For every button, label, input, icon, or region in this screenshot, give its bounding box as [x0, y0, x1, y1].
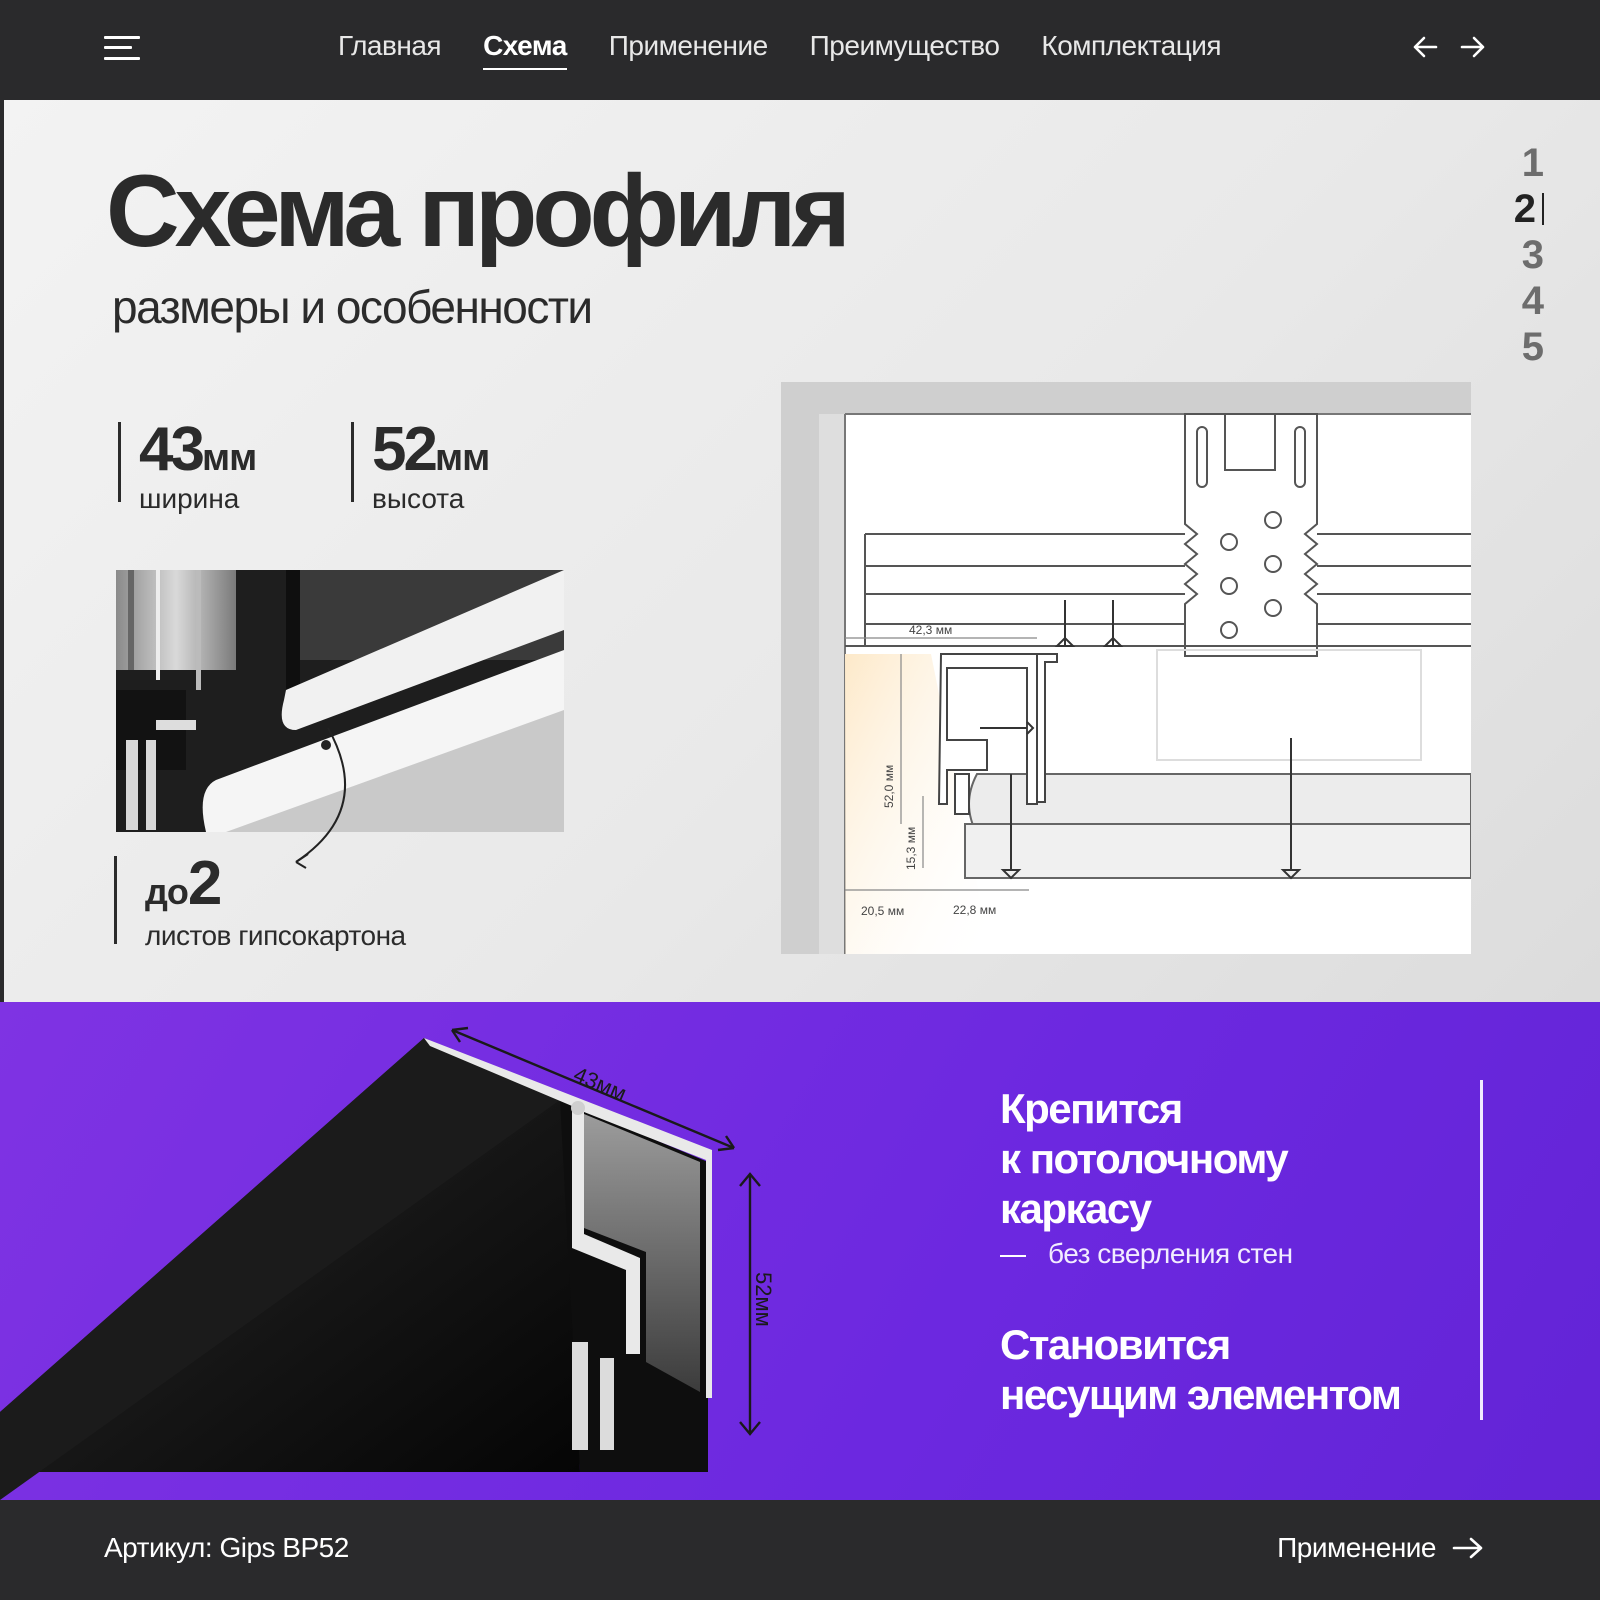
stat-width-unit: мм	[201, 437, 257, 479]
stat-width-value: 43	[139, 415, 205, 484]
stat-sheets-value: 2	[187, 849, 223, 918]
stat-sheets: до2 листов гипсокартона	[114, 853, 406, 951]
main-nav: Главная Схема Применение Преимущество Ко…	[338, 30, 1222, 70]
slide-arrows	[1412, 34, 1486, 60]
stat-sheets-prefix: до	[145, 871, 189, 912]
dim-left-label: 20,5 мм	[861, 904, 904, 918]
divider-line	[1480, 1080, 1483, 1420]
pager-item-4[interactable]: 4	[1522, 278, 1544, 324]
nav-item-application[interactable]: Применение	[609, 30, 768, 70]
stat-height-unit: мм	[434, 437, 490, 479]
arrow-right-icon	[1452, 1537, 1483, 1559]
nav-item-kit[interactable]: Комплектация	[1041, 30, 1221, 70]
feature-mounting-note-text: без сверления стен	[1048, 1238, 1293, 1269]
dash-icon	[1000, 1254, 1026, 1257]
feature-mounting-note: без сверления стен	[1000, 1238, 1293, 1270]
stat-height-value: 52	[372, 415, 438, 484]
stat-height: 52мм высота	[351, 419, 490, 513]
dim-right-label: 22,8 мм	[953, 903, 996, 917]
stat-width-label: ширина	[139, 483, 240, 514]
feature-mounting: Крепится к потолочному каркасу	[1000, 1084, 1289, 1234]
footer-bar: Артикул: Gips BP52 Применение	[0, 1500, 1600, 1600]
dim-top-label: 42,3 мм	[909, 623, 952, 637]
nav-item-scheme[interactable]: Схема	[483, 30, 567, 70]
feature-mounting-line-2: к потолочному	[1000, 1135, 1289, 1182]
arrow-left-icon[interactable]	[1412, 34, 1438, 60]
stat-sheets-label: листов гипсокартона	[145, 920, 406, 951]
next-section-link[interactable]: Применение	[1277, 1532, 1484, 1564]
next-section-label: Применение	[1277, 1532, 1436, 1563]
dim-lower-label: 15,3 мм	[904, 827, 918, 870]
stat-height-label: высота	[372, 483, 465, 514]
feature-mounting-line-1: Крепится	[1000, 1085, 1183, 1132]
features-section: 43мм 52мм Крепится к потолочному каркасу…	[0, 1002, 1600, 1500]
pager-item-3[interactable]: 3	[1522, 232, 1544, 278]
pager-item-1[interactable]: 1	[1522, 140, 1544, 186]
profile-height-label: 52мм	[751, 1272, 776, 1327]
feature-load-bearing: Становится несущим элементом	[1000, 1320, 1402, 1420]
sku-label: Артикул: Gips BP52	[104, 1532, 349, 1563]
hamburger-icon[interactable]	[104, 36, 140, 60]
profile-3d-image: 43мм 52мм	[0, 1026, 776, 1500]
slide-pager: 1 2 3 4 5	[1514, 140, 1544, 370]
feature-load-bearing-line-1: Становится	[1000, 1321, 1231, 1368]
dim-height-label: 52,0 мм	[882, 765, 896, 808]
nav-item-home[interactable]: Главная	[338, 30, 442, 70]
nav-item-advantage[interactable]: Преимущество	[810, 30, 1000, 70]
pager-item-5[interactable]: 5	[1522, 324, 1544, 370]
page-title: Схема профиля	[106, 154, 851, 268]
scheme-section: Схема профиля размеры и особенности 1 2 …	[4, 100, 1600, 1002]
feature-mounting-line-3: каркасу	[1000, 1185, 1152, 1232]
feature-load-bearing-line-2: несущим элементом	[1000, 1371, 1402, 1418]
page-subtitle: размеры и особенности	[112, 281, 593, 333]
top-bar: Главная Схема Применение Преимущество Ко…	[0, 0, 1600, 100]
arrow-right-icon[interactable]	[1460, 34, 1486, 60]
technical-drawing: 42,3 мм 52,0 мм 15,3 мм 20,5 мм 22,8 мм	[781, 382, 1471, 954]
stat-width: 43мм ширина	[118, 419, 257, 513]
pager-item-2[interactable]: 2	[1514, 186, 1544, 232]
